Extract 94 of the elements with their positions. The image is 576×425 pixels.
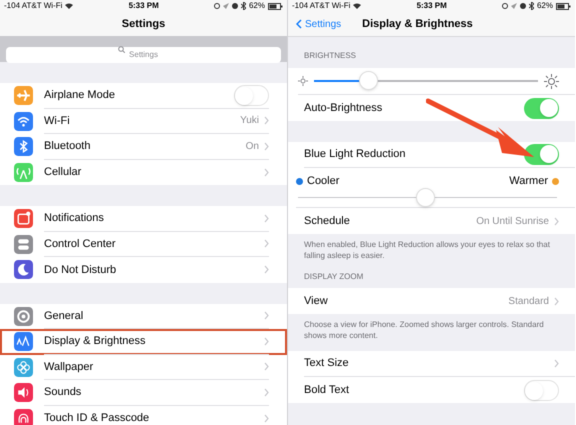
- battery-percent: 62%: [248, 0, 265, 12]
- screen-title: Settings: [122, 16, 166, 32]
- row-label: Airplane Mode: [44, 88, 115, 103]
- chevron-icon: [264, 414, 269, 423]
- carrier-text: -104 AT&T Wi-Fi: [4, 0, 62, 12]
- battery-percent: 62%: [536, 0, 553, 12]
- chevron-icon: [264, 311, 269, 320]
- settings-row[interactable]: Sounds: [0, 380, 287, 406]
- settings-row[interactable]: General: [0, 304, 287, 329]
- battery-icon: [556, 2, 571, 10]
- row-value: On: [246, 140, 259, 154]
- carrier-text: -104 AT&T Wi-Fi: [292, 0, 350, 12]
- row-value: Standard: [508, 294, 549, 308]
- row-label: Do Not Disturb: [44, 262, 116, 278]
- settings-row[interactable]: Do Not Disturb: [0, 257, 287, 282]
- back-button[interactable]: Settings: [288, 16, 342, 32]
- row-label: Bold Text: [304, 382, 350, 398]
- back-chevron-icon: [296, 19, 302, 29]
- bluetooth-icon: [528, 2, 534, 10]
- settings-row[interactable]: Bluetooth On: [0, 134, 287, 160]
- screen-title: Display & Brightness: [362, 16, 473, 32]
- bluetooth-icon: [14, 137, 33, 156]
- status-time: 5:33 PM: [128, 0, 159, 12]
- dim-sun-icon: [298, 76, 308, 86]
- row-label: Display & Brightness: [44, 334, 146, 349]
- chevron-icon: [264, 214, 269, 223]
- row-label: View: [304, 294, 328, 309]
- warm-dot-icon: [552, 178, 559, 185]
- bluetooth-icon: [240, 2, 246, 10]
- settings-row[interactable]: Control Center: [0, 232, 287, 257]
- row-value: On Until Sunrise: [476, 214, 549, 228]
- row-label: Touch ID & Passcode: [44, 411, 150, 425]
- row-label: Schedule: [304, 214, 350, 229]
- chevron-icon: [264, 239, 269, 248]
- chevron-icon: [554, 296, 559, 306]
- gear-icon: [14, 306, 33, 326]
- antenna-icon: [14, 162, 33, 182]
- bright-sun-icon: [544, 74, 559, 88]
- chevron-icon: [264, 362, 269, 372]
- row-label: Text Size: [304, 356, 349, 372]
- wifi-icon: [14, 112, 33, 131]
- settings-row[interactable]: Touch ID & Passcode: [0, 406, 287, 425]
- settings-row[interactable]: Display & Brightness: [0, 329, 287, 354]
- row-value: Yuki: [240, 114, 259, 128]
- slider-thumb[interactable]: [358, 71, 378, 90]
- chevron-icon: [264, 168, 269, 177]
- toggle-switch[interactable]: [524, 380, 559, 400]
- search-field[interactable]: Settings: [6, 46, 281, 62]
- toggle-switch[interactable]: [234, 84, 269, 106]
- toggle-switch[interactable]: [524, 144, 559, 165]
- settings-row[interactable]: Notifications: [0, 206, 287, 232]
- chevron-icon: [264, 388, 269, 397]
- section-header: BRIGHTNESS: [304, 50, 356, 62]
- row-label: Cellular: [44, 165, 82, 180]
- slider-thumb[interactable]: [416, 188, 435, 207]
- battery-icon: [268, 2, 283, 10]
- wifi-icon: [65, 3, 74, 9]
- cool-dot-icon: [296, 178, 303, 185]
- row-label: Wi-Fi: [44, 114, 70, 128]
- settings-row[interactable]: Cellular: [0, 160, 287, 185]
- chevron-icon: [264, 336, 269, 346]
- chevron-icon: [554, 359, 559, 368]
- row-label: Bluetooth: [44, 139, 90, 154]
- speaker-icon: [14, 383, 33, 402]
- moon-icon: [14, 260, 33, 280]
- row-label: Control Center: [44, 236, 116, 252]
- location-icon: [510, 3, 517, 9]
- settings-row[interactable]: Wi-Fi Yuki: [0, 108, 287, 134]
- row-label: Notifications: [44, 211, 104, 226]
- row-label: General: [44, 308, 84, 324]
- search-icon: [118, 46, 125, 52]
- row-label: Wallpaper: [44, 360, 94, 374]
- settings-row[interactable]: Airplane Mode: [0, 83, 287, 108]
- chevron-icon: [264, 116, 269, 126]
- row-label: Sounds: [44, 385, 82, 400]
- toggles-icon: [14, 234, 33, 254]
- status-time: 5:33 PM: [416, 0, 447, 12]
- chevron-icon: [264, 142, 269, 151]
- wifi-icon: [353, 3, 362, 9]
- flower-icon: [14, 358, 33, 377]
- location-icon: [222, 3, 229, 9]
- chevron-icon: [264, 265, 269, 274]
- airplane-icon: [14, 86, 33, 106]
- row-label: Auto-Brightness: [304, 100, 382, 116]
- chevron-icon: [554, 216, 559, 226]
- notification-icon: [14, 209, 33, 228]
- footer-note: When enabled, Blue Light Reduction allows your eyes to relax so that falling asleep is easier.: [304, 239, 551, 261]
- footer-note: Choose a view for iPhone. Zoomed shows larger controls. Standard shows more content.: [304, 319, 545, 341]
- section-header: DISPLAY ZOOM: [304, 271, 364, 283]
- settings-row[interactable]: Wallpaper: [0, 354, 287, 380]
- toggle-switch[interactable]: [524, 98, 559, 118]
- slider-label: Cooler: [307, 174, 340, 190]
- row-label: Blue Light Reduction: [304, 147, 406, 162]
- slider-label: Warmer: [509, 174, 548, 190]
